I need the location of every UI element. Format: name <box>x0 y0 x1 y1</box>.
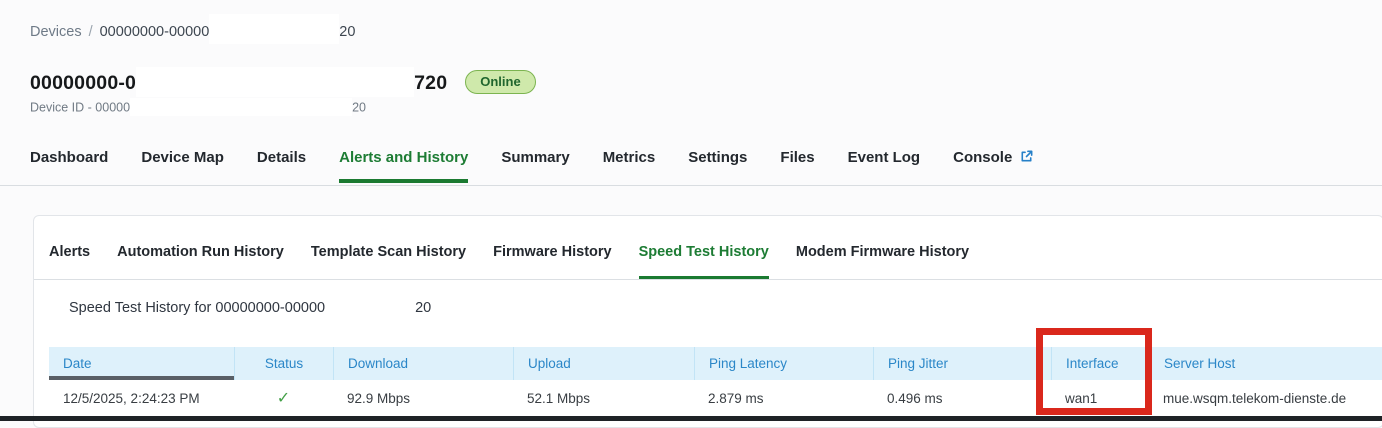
subtab-alerts[interactable]: Alerts <box>49 244 90 279</box>
tab-device-map[interactable]: Device Map <box>141 149 224 183</box>
tab-dashboard[interactable]: Dashboard <box>30 149 108 183</box>
tab-summary[interactable]: Summary <box>501 149 569 183</box>
subtab-speed-test-history[interactable]: Speed Test History <box>639 244 769 279</box>
cell-date: 12/5/2025, 2:24:23 PM <box>49 391 234 406</box>
device-id-label: Device ID - 00000 20 <box>30 100 366 116</box>
cell-interface: wan1 <box>1051 391 1149 406</box>
speed-test-history-table: Date Status Download Upload Ping Latency… <box>49 347 1382 416</box>
cell-server-host: mue.wsqm.telekom-dienste.de <box>1149 391 1382 406</box>
subtab-automation-run-history[interactable]: Automation Run History <box>117 244 284 279</box>
cell-ping-jitter: 0.496 ms <box>873 391 1051 406</box>
tab-console-label: Console <box>953 149 1012 166</box>
subtab-firmware-history[interactable]: Firmware History <box>493 244 611 279</box>
tab-settings[interactable]: Settings <box>688 149 747 183</box>
breadcrumb-device-name: 00000000-00000 <box>100 24 210 40</box>
main-tab-bar: Dashboard Device Map Details Alerts and … <box>0 140 1382 186</box>
column-header-date[interactable]: Date <box>49 347 234 380</box>
breadcrumb-separator: / <box>82 24 100 40</box>
external-link-icon <box>1019 149 1034 168</box>
tab-event-log[interactable]: Event Log <box>848 149 921 183</box>
column-header-status[interactable]: Status <box>234 347 333 380</box>
breadcrumb-devices-link[interactable]: Devices <box>30 24 82 40</box>
screenshot-bottom-edge <box>0 416 1382 421</box>
tab-files[interactable]: Files <box>780 149 814 183</box>
redaction-box <box>130 98 352 116</box>
column-header-download[interactable]: Download <box>333 347 513 380</box>
subtab-template-scan-history[interactable]: Template Scan History <box>311 244 466 279</box>
caption-text: Speed Test History for 00000000-00000 <box>69 300 325 316</box>
tab-console[interactable]: Console <box>953 149 1034 185</box>
column-header-server-host[interactable]: Server Host <box>1149 347 1382 380</box>
tab-alerts-and-history[interactable]: Alerts and History <box>339 149 468 183</box>
success-check-icon: ✓ <box>277 388 290 408</box>
alerts-history-panel: Alerts Automation Run History Template S… <box>33 215 1382 428</box>
page-title-suffix: 720 <box>414 72 447 94</box>
redaction-box <box>136 67 414 97</box>
cell-upload: 52.1 Mbps <box>513 391 694 406</box>
status-badge: Online <box>465 70 535 94</box>
tab-details[interactable]: Details <box>257 149 306 183</box>
history-sub-tab-bar: Alerts Automation Run History Template S… <box>34 216 1382 280</box>
tab-metrics[interactable]: Metrics <box>603 149 656 183</box>
column-header-interface[interactable]: Interface <box>1051 347 1149 380</box>
page-header: 00000000-0 720 Online <box>30 70 536 97</box>
subtab-modem-firmware-history[interactable]: Modem Firmware History <box>796 244 969 279</box>
table-row[interactable]: 12/5/2025, 2:24:23 PM ✓ 92.9 Mbps 52.1 M… <box>49 380 1382 416</box>
column-header-ping-jitter[interactable]: Ping Jitter <box>873 347 1051 380</box>
cell-download: 92.9 Mbps <box>333 391 513 406</box>
device-id-text: Device ID - 00000 <box>30 100 130 114</box>
cell-status: ✓ <box>234 388 333 408</box>
column-header-upload[interactable]: Upload <box>513 347 694 380</box>
speed-test-history-caption: Speed Test History for 00000000-00000 20 <box>69 300 1382 316</box>
caption-suffix: 20 <box>415 300 431 316</box>
column-header-ping-latency[interactable]: Ping Latency <box>694 347 873 380</box>
cell-ping-latency: 2.879 ms <box>694 391 873 406</box>
redaction-box <box>325 294 415 316</box>
breadcrumb-device-name-suffix: 20 <box>339 24 355 40</box>
page-title: 00000000-0 <box>30 72 136 94</box>
table-header-row: Date Status Download Upload Ping Latency… <box>49 347 1382 380</box>
device-id-suffix: 20 <box>352 100 366 114</box>
breadcrumb: Devices/00000000-00000 20 <box>30 20 355 44</box>
redaction-box <box>209 14 339 44</box>
